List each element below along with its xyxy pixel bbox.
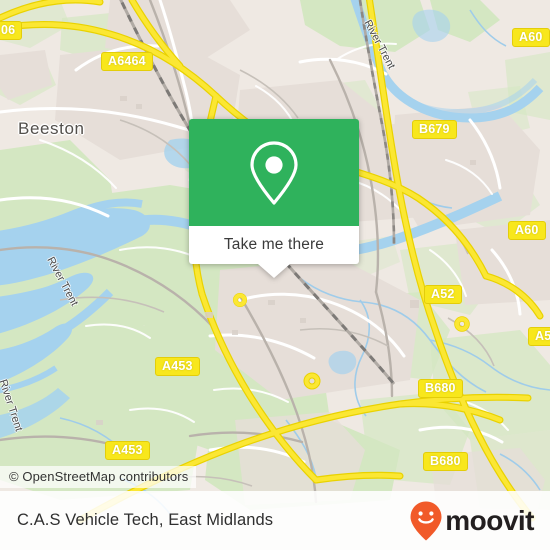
road-shield-a453-north[interactable]: A453 [155,357,200,376]
place-label-beeston: Beeston [18,119,85,138]
road-shield-b680-south[interactable]: B680 [423,452,468,471]
moovit-logo[interactable]: moovit [409,500,534,542]
popup-pointer-tail [258,264,290,278]
road-shield-b680-north[interactable]: B680 [418,379,463,398]
road-shield-b679[interactable]: B679 [412,120,457,139]
road-shield-a453-south[interactable]: A453 [105,441,150,460]
road-shield-a52-east[interactable]: A52 [528,327,550,346]
road-shield-a52-mid[interactable]: A52 [424,285,462,304]
take-me-there-label: Take me there [223,236,325,253]
page-title: C.A.S Vehicle Tech, East Midlands [17,511,274,529]
take-me-there-button[interactable]: Take me there [189,226,359,264]
moovit-pin-icon [410,501,442,540]
road-shield-a60-north[interactable]: A60 [512,28,550,47]
location-popup[interactable]: Take me there [189,119,359,278]
popup-image-area [189,119,359,226]
map-pin-icon [250,140,298,205]
road-shield-a60-east[interactable]: A60 [508,221,546,240]
map-screenshot: Beeston River Trent River Trent River Tr… [0,0,550,550]
road-shield-a6006[interactable]: 06 [0,21,23,40]
footer-bar: C.A.S Vehicle Tech, East Midlands moovit [0,491,550,550]
map-attribution[interactable]: © OpenStreetMap contributors [0,466,197,488]
moovit-wordmark: moovit [445,504,534,536]
road-shield-a6464[interactable]: A6464 [101,52,153,71]
